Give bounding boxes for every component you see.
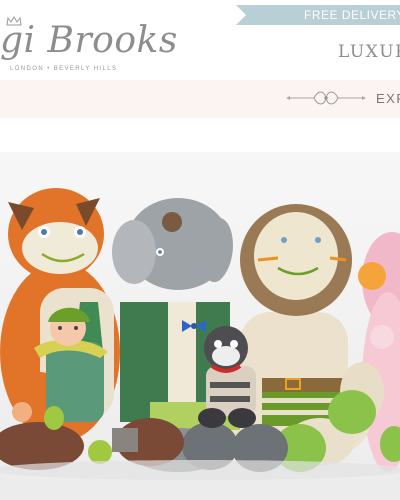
nav-item-luxury[interactable]: LUXUR <box>338 42 400 62</box>
explore-link[interactable]: EXP <box>376 91 400 106</box>
logo-wordmark: gi Brooks <box>0 20 178 61</box>
flourish-ornament-icon <box>286 91 366 105</box>
site-header: gi Brooks LONDON • BEVERLY HILLS FREE DE… <box>0 0 400 80</box>
logo-tagline: LONDON • BEVERLY HILLS <box>10 66 118 72</box>
hero-banner[interactable] <box>0 152 400 500</box>
logo[interactable]: gi Brooks LONDON • BEVERLY HILLS <box>0 10 177 72</box>
plush-toys-icon <box>0 152 400 500</box>
promo-text: FREE DELIVERY <box>304 8 400 22</box>
